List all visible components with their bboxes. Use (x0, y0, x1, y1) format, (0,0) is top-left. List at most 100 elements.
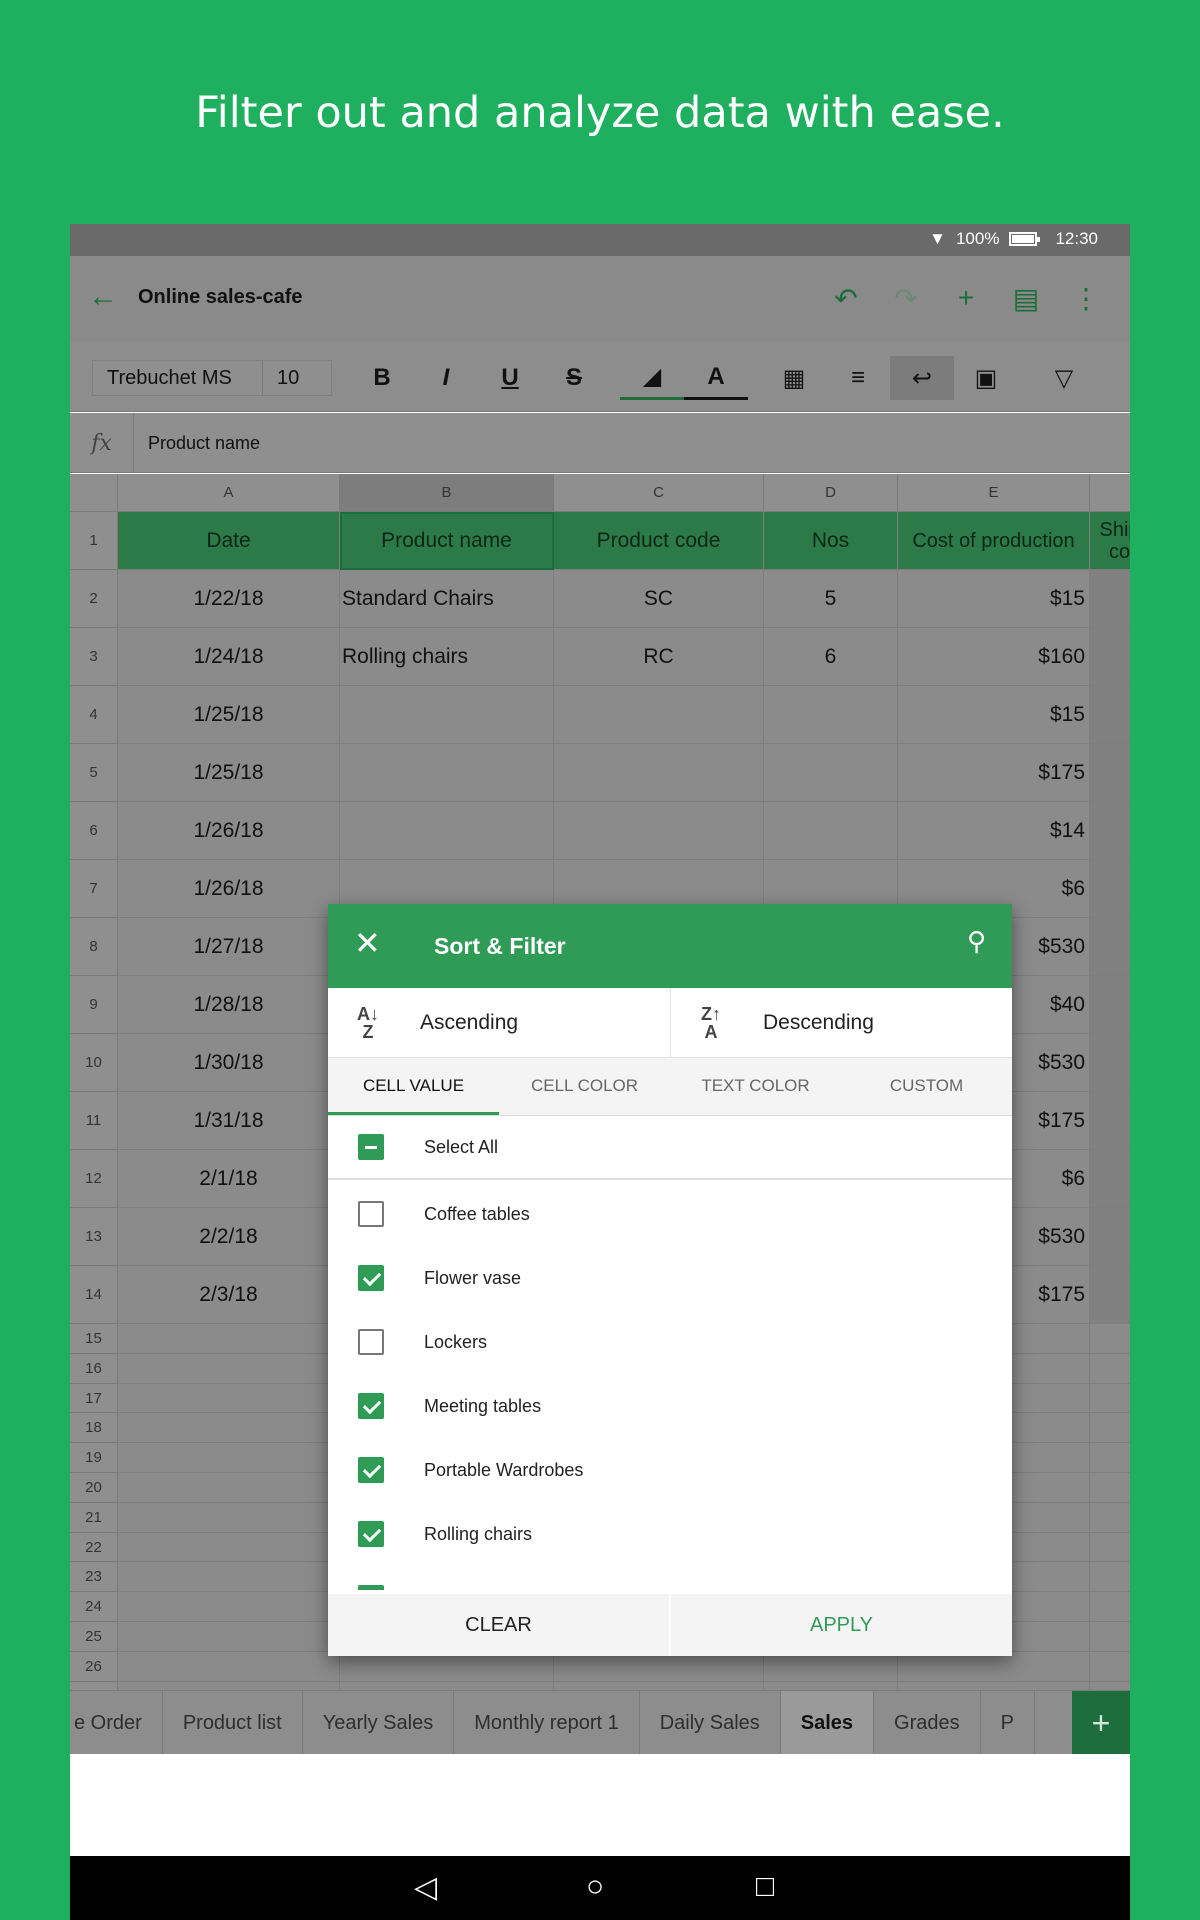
empty-cell[interactable] (1090, 1592, 1130, 1622)
data-cell[interactable]: SC (554, 570, 764, 628)
row-header[interactable]: 7 (70, 860, 118, 918)
sheet-tab[interactable]: Grades (874, 1691, 981, 1754)
row-header[interactable]: 13 (70, 1208, 118, 1266)
column-header[interactable] (1090, 474, 1130, 512)
filter-item-checkbox[interactable] (358, 1265, 384, 1291)
empty-cell[interactable] (1090, 1354, 1130, 1384)
data-cell[interactable]: 1/22/18 (118, 570, 340, 628)
empty-cell[interactable] (118, 1681, 340, 1690)
data-cell[interactable] (1090, 628, 1130, 686)
more-options-icon[interactable]: ⋮ (1056, 278, 1116, 318)
row-header[interactable]: 15 (70, 1324, 118, 1354)
data-cell[interactable] (1090, 1266, 1130, 1324)
header-cell[interactable]: Product name (340, 512, 554, 570)
row-header[interactable]: 4 (70, 686, 118, 744)
row-header[interactable]: 11 (70, 1092, 118, 1150)
sheet-tab[interactable]: e Order (70, 1691, 163, 1754)
tab-cell-value[interactable]: CELL VALUE (328, 1058, 499, 1115)
filter-item-checkbox[interactable] (358, 1329, 384, 1355)
data-cell[interactable]: $15 (898, 570, 1090, 628)
font-selector[interactable]: Trebuchet MS 10 (92, 360, 332, 396)
text-color-icon[interactable]: A (684, 356, 748, 400)
empty-cell[interactable] (118, 1413, 340, 1444)
data-cell[interactable]: $14 (898, 802, 1090, 860)
empty-cell[interactable] (898, 1681, 1090, 1690)
font-size[interactable]: 10 (263, 367, 299, 390)
data-cell[interactable] (1090, 744, 1130, 802)
empty-cell[interactable] (118, 1562, 340, 1593)
sort-descending-button[interactable]: Z↑ A Descending (670, 988, 1012, 1058)
empty-cell[interactable] (1090, 1473, 1130, 1503)
fill-color-icon[interactable]: ◢ (620, 356, 684, 400)
data-cell[interactable]: 2/3/18 (118, 1266, 340, 1324)
strikethrough-icon[interactable]: S (542, 356, 606, 400)
row-header[interactable]: 19 (70, 1443, 118, 1473)
data-cell[interactable] (764, 686, 898, 744)
data-cell[interactable]: 2/2/18 (118, 1208, 340, 1266)
empty-cell[interactable] (1090, 1443, 1130, 1473)
data-cell[interactable]: 1/25/18 (118, 686, 340, 744)
row-header[interactable]: 1 (70, 512, 118, 570)
empty-cell[interactable] (1090, 1682, 1130, 1690)
data-cell[interactable]: 1/26/18 (118, 860, 340, 918)
tab-text-color[interactable]: TEXT COLOR (670, 1058, 841, 1115)
row-header[interactable]: 23 (70, 1562, 118, 1593)
empty-cell[interactable] (118, 1443, 340, 1473)
filter-item-checkbox[interactable] (358, 1521, 384, 1547)
empty-cell[interactable] (764, 1681, 898, 1690)
borders-icon[interactable]: ▦ (762, 356, 826, 400)
wrap-text-icon[interactable]: ↩ (890, 356, 954, 400)
sheet-tab[interactable]: Daily Sales (640, 1691, 781, 1754)
align-icon[interactable]: ≡ (826, 356, 890, 400)
filter-list-item[interactable]: Meeting tables (328, 1374, 1012, 1438)
data-cell[interactable] (1090, 1034, 1130, 1092)
data-cell[interactable]: Standard Chairs (340, 570, 554, 628)
sheet-tab[interactable]: Monthly report 1 (454, 1691, 640, 1754)
data-cell[interactable]: 1/28/18 (118, 976, 340, 1034)
apply-button[interactable]: APPLY (671, 1594, 1012, 1656)
filter-item-checkbox[interactable] (358, 1393, 384, 1419)
view-mode-icon[interactable]: ▤ (996, 278, 1056, 318)
header-cell[interactable]: Date (118, 512, 340, 570)
empty-cell[interactable] (340, 1681, 554, 1690)
row-header[interactable]: 24 (70, 1592, 118, 1622)
row-header[interactable]: 14 (70, 1266, 118, 1324)
empty-cell[interactable] (118, 1502, 340, 1533)
data-cell[interactable]: 1/26/18 (118, 802, 340, 860)
empty-cell[interactable] (118, 1651, 340, 1682)
data-cell[interactable] (1090, 686, 1130, 744)
italic-icon[interactable]: I (414, 356, 478, 400)
empty-cell[interactable] (118, 1592, 340, 1622)
sheet-tab[interactable]: P (981, 1691, 1035, 1754)
filter-item-checkbox[interactable] (358, 1201, 384, 1227)
add-sheet-button[interactable]: + (1072, 1691, 1130, 1754)
select-all-row[interactable]: Select All (328, 1116, 1012, 1180)
data-cell[interactable]: 6 (764, 628, 898, 686)
header-cell[interactable]: Cost of production (898, 512, 1090, 570)
empty-cell[interactable] (118, 1473, 340, 1503)
data-cell[interactable] (340, 802, 554, 860)
data-cell[interactable]: 1/27/18 (118, 918, 340, 976)
row-header[interactable]: 3 (70, 628, 118, 686)
back-arrow-icon[interactable]: ← (88, 280, 118, 314)
row-header[interactable]: 6 (70, 802, 118, 860)
data-cell[interactable]: $175 (898, 744, 1090, 802)
empty-cell[interactable] (1090, 1503, 1130, 1533)
empty-cell[interactable] (1090, 1622, 1130, 1652)
empty-cell[interactable] (1090, 1562, 1130, 1593)
row-header[interactable]: 21 (70, 1502, 118, 1533)
column-header[interactable]: D (764, 474, 898, 512)
data-cell[interactable]: $15 (898, 686, 1090, 744)
data-cell[interactable] (1090, 1208, 1130, 1266)
empty-cell[interactable] (118, 1383, 340, 1414)
empty-cell[interactable] (118, 1622, 340, 1652)
row-header[interactable]: 22 (70, 1532, 118, 1563)
row-header[interactable]: 10 (70, 1034, 118, 1092)
filter-list-item[interactable]: Coffee tables (328, 1182, 1012, 1246)
empty-cell[interactable] (764, 1651, 898, 1682)
row-header[interactable]: 5 (70, 744, 118, 802)
data-cell[interactable] (1090, 1092, 1130, 1150)
clear-button[interactable]: CLEAR (328, 1594, 671, 1656)
data-cell[interactable]: 1/31/18 (118, 1092, 340, 1150)
filter-item-checkbox[interactable] (358, 1457, 384, 1483)
